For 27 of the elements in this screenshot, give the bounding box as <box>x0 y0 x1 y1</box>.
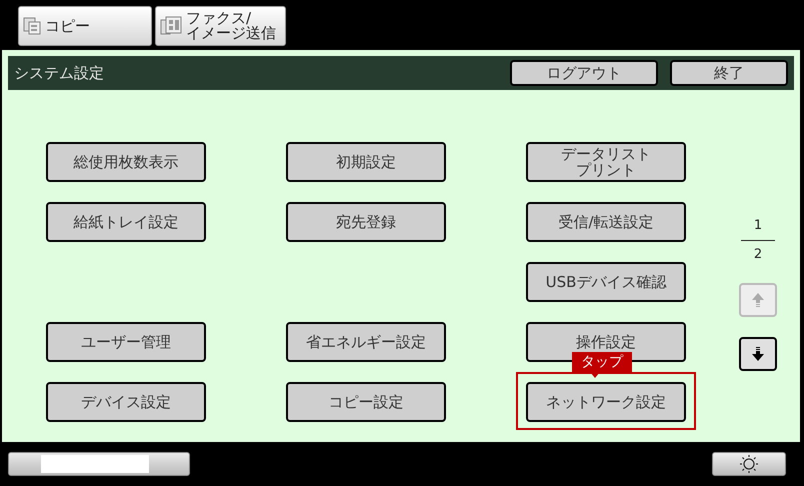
menu-button[interactable]: 省エネルギー設定 <box>286 322 446 362</box>
menu-button[interactable]: デバイス設定 <box>46 382 206 422</box>
mode-tab[interactable]: コピー <box>18 6 152 46</box>
menu-button[interactable]: ネットワーク設定 <box>526 382 686 422</box>
menu-button[interactable]: 初期設定 <box>286 142 446 182</box>
tap-tooltip: タップ <box>572 352 632 372</box>
menu-button[interactable]: 宛先登録 <box>286 202 446 242</box>
up-arrow-icon <box>751 292 765 308</box>
header-button[interactable]: ログアウト <box>510 60 658 86</box>
mode-tab[interactable]: ファクス/ イメージ送信 <box>155 6 286 46</box>
down-arrow-icon <box>751 346 765 362</box>
menu-button[interactable]: コピー設定 <box>286 382 446 422</box>
menu-button[interactable]: 受信/転送設定 <box>526 202 686 242</box>
screen-title: システム設定 <box>14 62 105 84</box>
copy-icon <box>23 17 41 35</box>
page-current: 1 <box>754 218 762 234</box>
menu-button[interactable]: ユーザー管理 <box>46 322 206 362</box>
menu-button[interactable]: 総使用枚数表示 <box>46 142 206 182</box>
header-button[interactable]: 終了 <box>670 60 788 86</box>
menu-button[interactable]: データリスト プリント <box>526 142 686 182</box>
documents-icon <box>160 16 182 36</box>
menu-button[interactable]: 給紙トレイ設定 <box>46 202 206 242</box>
page-down-button[interactable] <box>739 337 777 371</box>
sun-icon <box>739 454 759 474</box>
menu-button[interactable]: USBデバイス確認 <box>526 262 686 302</box>
brightness-button[interactable] <box>712 452 786 476</box>
page-total: 2 <box>754 247 762 263</box>
